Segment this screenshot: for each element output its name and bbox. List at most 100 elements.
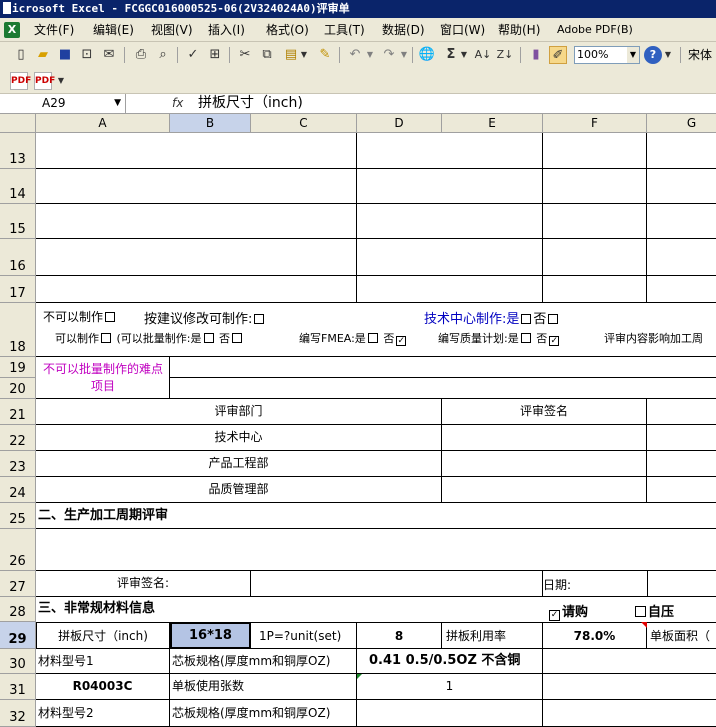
cell-f31[interactable] — [543, 674, 716, 700]
menu-data[interactable]: 数据(D) — [382, 22, 425, 38]
column-header-b[interactable]: B — [170, 114, 251, 133]
cell-f16[interactable] — [543, 239, 647, 276]
cell-a13[interactable] — [36, 133, 357, 169]
format-painter-icon[interactable]: ✎ — [316, 46, 334, 64]
section-production-cycle[interactable]: 二、生产加工周期评审 — [36, 503, 716, 529]
cell-d16[interactable] — [357, 239, 543, 276]
convert-and-email-pdf-icon[interactable]: PDF — [34, 72, 55, 90]
cell-g16[interactable] — [647, 239, 716, 276]
row-header-16[interactable]: 16 — [0, 239, 36, 276]
checkbox-quality-no[interactable]: ✓ — [549, 336, 560, 346]
row-header-19[interactable]: 19 — [0, 357, 36, 378]
fx-icon[interactable]: fx — [172, 94, 183, 113]
chevron-down-icon[interactable]: ▼ — [300, 46, 308, 64]
cell-a17[interactable] — [36, 276, 357, 303]
option-tech-center[interactable]: 技术中心制作:是否 — [424, 308, 560, 327]
drawing-icon[interactable]: ✐ — [549, 46, 567, 64]
cell-dept-product-engineering[interactable]: 产品工程部 — [36, 451, 442, 477]
row-header-29[interactable]: 29 — [0, 622, 36, 649]
row-header-22[interactable]: 22 — [0, 425, 36, 451]
convert-to-pdf-icon[interactable]: PDF — [10, 72, 31, 90]
row-header-13[interactable]: 13 — [0, 133, 36, 169]
cell-a16[interactable] — [36, 239, 357, 276]
cell-review-sign-header[interactable]: 评审签名 — [442, 399, 647, 425]
menu-file[interactable]: 文件(F) — [34, 22, 74, 38]
spelling-icon[interactable]: ✓ — [184, 46, 202, 64]
cell-f17[interactable] — [543, 276, 647, 303]
cell-g15[interactable] — [647, 204, 716, 239]
row-header-28[interactable]: 28 — [0, 597, 36, 622]
menu-help[interactable]: 帮助(H) — [498, 22, 540, 38]
checkbox-fmea-no[interactable]: ✓ — [396, 336, 407, 346]
checkbox-can-make[interactable] — [101, 333, 111, 343]
cell-g24[interactable] — [647, 477, 716, 503]
font-select[interactable]: 宋体 — [688, 46, 716, 64]
menu-window[interactable]: 窗口(W) — [440, 22, 485, 38]
cell-d15[interactable] — [357, 204, 543, 239]
cell-dept-quality[interactable]: 品质管理部 — [36, 477, 442, 503]
cell-a26[interactable] — [36, 529, 716, 571]
option-fmea[interactable]: 编写FMEA:是 否 ✓ — [299, 330, 408, 346]
checkbox-cannot-make[interactable] — [105, 312, 116, 322]
chevron-down-icon[interactable]: ▼ — [366, 46, 374, 64]
copy-icon[interactable]: ⧉ — [258, 46, 276, 64]
cell-b20[interactable] — [170, 378, 716, 399]
cell-g29[interactable]: 单板面积（ — [647, 622, 716, 649]
row-header-18[interactable]: 18 — [0, 303, 36, 357]
cell-a29[interactable]: 拼板尺寸（inch) — [36, 622, 170, 649]
cell-a31[interactable]: R04003C — [36, 674, 170, 700]
row-header-21[interactable]: 21 — [0, 399, 36, 425]
cell-d13[interactable] — [357, 133, 543, 169]
menu-view[interactable]: 视图(V) — [151, 22, 193, 38]
row-header-26[interactable]: 26 — [0, 529, 36, 571]
cell-a14[interactable] — [36, 169, 357, 204]
checkbox-purchase[interactable]: ✓ — [549, 610, 560, 621]
cell-sign-product-engineering[interactable] — [442, 451, 647, 477]
checkbox-batch-yes[interactable] — [203, 333, 214, 343]
menu-edit[interactable]: 编辑(E) — [93, 22, 134, 38]
menu-format[interactable]: 格式(O) — [266, 22, 309, 38]
workbook-icon[interactable]: X — [4, 22, 20, 38]
option-purchase[interactable]: ✓ 请购 — [547, 601, 588, 621]
chevron-down-icon[interactable]: ▼ — [114, 94, 121, 113]
row-header-27[interactable]: 27 — [0, 571, 36, 597]
cell-g27[interactable] — [647, 571, 716, 597]
chevron-down-icon[interactable]: ▼ — [460, 46, 468, 64]
cell-g14[interactable] — [647, 169, 716, 204]
chevron-down-icon[interactable]: ▼ — [56, 72, 66, 90]
sort-ascending-icon[interactable]: A↓ — [474, 46, 492, 64]
checkbox-tech-yes[interactable] — [521, 314, 532, 324]
open-icon[interactable]: ▰ — [34, 46, 52, 64]
sort-descending-icon[interactable]: Z↓ — [496, 46, 514, 64]
zoom-select[interactable]: 100% ▼ — [574, 46, 640, 64]
menu-tools[interactable]: 工具(T) — [324, 22, 365, 38]
cell-f30[interactable] — [543, 649, 716, 674]
name-box[interactable]: A29 ▼ — [0, 94, 126, 113]
cell-sign-quality[interactable] — [442, 477, 647, 503]
row-header-25[interactable]: 25 — [0, 503, 36, 529]
column-header-g[interactable]: G — [647, 114, 716, 133]
redo-icon[interactable]: ↷ — [380, 46, 398, 64]
option-self-press[interactable]: 自压 — [633, 601, 674, 620]
cell-a15[interactable] — [36, 204, 357, 239]
cell-a30[interactable]: 材料型号1 — [36, 649, 170, 674]
hyperlink-icon[interactable]: 🌐 — [418, 46, 436, 64]
chevron-down-icon[interactable]: ▼ — [400, 46, 408, 64]
research-icon[interactable]: ⊞ — [206, 46, 224, 64]
menu-insert[interactable]: 插入(I) — [208, 22, 245, 38]
cell-b19[interactable] — [170, 357, 716, 378]
row-header-23[interactable]: 23 — [0, 451, 36, 477]
cell-d17[interactable] — [357, 276, 543, 303]
checkbox-self-press[interactable] — [635, 606, 646, 617]
row-header-31[interactable]: 31 — [0, 674, 36, 700]
cell-d32[interactable] — [357, 700, 543, 727]
cell-g17[interactable] — [647, 276, 716, 303]
menu-adobe-pdf[interactable]: Adobe PDF(B) — [557, 22, 633, 38]
column-header-d[interactable]: D — [357, 114, 442, 133]
cell-dept-tech-center[interactable]: 技术中心 — [36, 425, 442, 451]
help-icon[interactable]: ? — [644, 46, 662, 64]
option-quality-plan[interactable]: 编写质量计划:是 否 ✓ — [438, 330, 561, 346]
cell-review-sign-label[interactable]: 评审签名: — [36, 571, 251, 597]
cell-f29[interactable]: 78.0% — [543, 622, 647, 649]
print-preview-icon[interactable]: ⌕ — [154, 46, 172, 64]
